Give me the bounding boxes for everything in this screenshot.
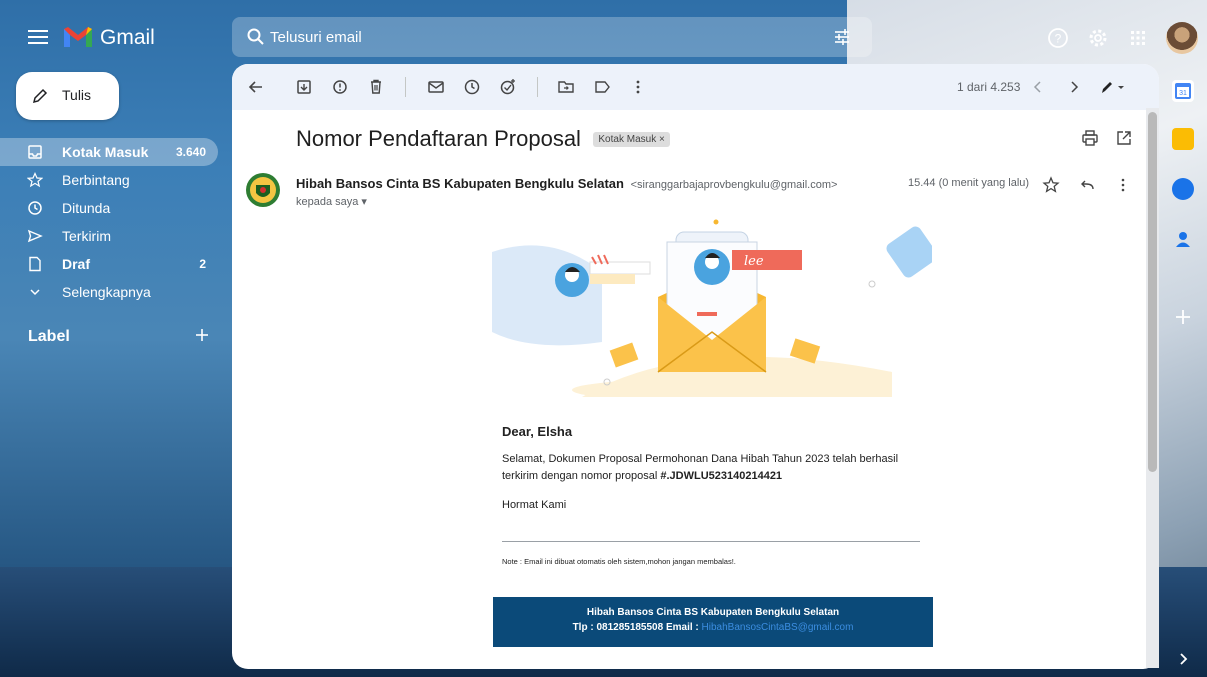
gmail-logo-icon[interactable] <box>62 25 94 49</box>
compose-label: Tulis <box>62 87 92 103</box>
input-tools-icon[interactable] <box>1098 77 1128 97</box>
svg-text:31: 31 <box>1179 90 1187 97</box>
sidebar-item-starred[interactable]: Berbintang <box>0 166 218 194</box>
svg-text:?: ? <box>1055 32 1062 46</box>
draft-icon <box>29 256 41 272</box>
sender-logo-icon <box>244 171 282 209</box>
mark-unread-icon[interactable] <box>426 77 446 97</box>
recipient-dropdown[interactable]: kepada saya ▾ <box>296 195 367 208</box>
more-vert-icon[interactable] <box>1114 176 1132 194</box>
send-icon <box>27 229 43 243</box>
label-icon[interactable] <box>592 77 612 97</box>
star-icon[interactable] <box>1042 176 1060 194</box>
sender-info: Hibah Bansos Cinta BS Kabupaten Bengkulu… <box>296 176 837 191</box>
email-illustration: lee <box>492 219 932 397</box>
search-bar[interactable] <box>232 17 872 57</box>
email-divider <box>502 541 920 542</box>
get-addons-icon[interactable] <box>1172 306 1194 328</box>
message-subject: Nomor Pendaftaran Proposal <box>296 126 581 151</box>
scrollbar-thumb[interactable] <box>1148 112 1157 472</box>
more-vert-icon[interactable] <box>628 77 648 97</box>
archive-icon[interactable] <box>294 77 314 97</box>
sidebar-item-label: Terkirim <box>62 228 111 244</box>
search-icon[interactable] <box>246 27 266 47</box>
sidebar-item-more[interactable]: Selengkapnya <box>0 278 218 306</box>
tasks-icon[interactable] <box>1172 178 1194 200</box>
apps-grid-icon[interactable] <box>1126 26 1150 50</box>
sidebar-item-label: Ditunda <box>62 200 111 216</box>
settings-gear-icon[interactable] <box>1086 26 1110 50</box>
email-greeting: Dear, Elsha <box>502 424 573 439</box>
delete-icon[interactable] <box>366 77 386 97</box>
sidebar-item-label: Berbintang <box>62 172 130 188</box>
calendar-icon[interactable]: 31 <box>1172 80 1194 102</box>
add-label-icon[interactable] <box>194 327 210 343</box>
chevron-down-icon <box>30 289 40 296</box>
main-menu-icon[interactable] <box>26 26 50 50</box>
reply-icon[interactable] <box>1078 176 1096 194</box>
help-icon[interactable]: ? <box>1046 26 1070 50</box>
open-new-window-icon[interactable] <box>1114 128 1134 148</box>
email-paragraph: Selamat, Dokumen Proposal Permohonan Dan… <box>502 451 932 485</box>
footer-email-link[interactable]: HibahBansosCintaBS@gmail.com <box>702 622 854 633</box>
footer-contact: Tlp : 081285185508 Email : HibahBansosCi… <box>493 622 933 633</box>
keep-icon[interactable] <box>1172 128 1194 150</box>
email-closing: Hormat Kami <box>502 499 567 511</box>
email-content: Dear, Elsha Selamat, Dokumen Proposal Pe… <box>502 424 932 566</box>
chevron-left-icon[interactable] <box>1028 77 1048 97</box>
message-panel: 1 dari 4.253 Nomor Pendaftaran Proposal … <box>232 64 1159 669</box>
back-arrow-icon[interactable] <box>246 77 266 97</box>
svg-text:lee: lee <box>744 254 764 269</box>
message-toolbar: 1 dari 4.253 <box>232 64 1159 110</box>
search-input[interactable] <box>270 17 830 57</box>
sender-name: Hibah Bansos Cinta BS Kabupaten Bengkulu… <box>296 176 624 191</box>
compose-button[interactable]: Tulis <box>16 72 119 120</box>
email-footer: Hibah Bansos Cinta BS Kabupaten Bengkulu… <box>493 597 933 647</box>
star-icon <box>27 172 43 188</box>
footer-phone: Tlp : 081285185508 Email : <box>572 622 702 633</box>
drafts-count: 2 <box>199 257 206 271</box>
inbox-count: 3.640 <box>175 145 206 159</box>
toolbar-divider <box>405 77 406 97</box>
sidebar-item-inbox[interactable]: Kotak Masuk 3.640 <box>0 138 218 166</box>
sender-email: <siranggarbajaprovbengkulu@gmail.com> <box>630 179 838 191</box>
sidebar-item-label: Draf <box>62 256 91 272</box>
inbox-icon <box>28 145 42 159</box>
clock-icon <box>28 201 42 215</box>
sidebar-nav: Kotak Masuk 3.640 Berbintang Ditunda Ter… <box>0 138 218 306</box>
snooze-clock-icon[interactable] <box>462 77 482 97</box>
inbox-label-chip[interactable]: Kotak Masuk × <box>593 131 670 147</box>
chevron-right-icon[interactable] <box>1064 77 1084 97</box>
sidebar-item-label: Kotak Masuk <box>62 144 149 160</box>
sidebar-item-drafts[interactable]: Draf 2 <box>0 250 218 278</box>
sidebar-item-sent[interactable]: Terkirim <box>0 222 218 250</box>
app-title: Gmail <box>100 26 155 49</box>
message-timestamp: 15.44 (0 menit yang lalu) <box>908 177 1030 189</box>
proposal-number: #.JDWLU523140214421 <box>660 470 783 482</box>
footer-org-name: Hibah Bansos Cinta BS Kabupaten Bengkulu… <box>586 607 840 618</box>
contacts-icon[interactable] <box>1172 228 1194 250</box>
move-to-icon[interactable] <box>556 77 576 97</box>
account-avatar[interactable] <box>1166 22 1198 54</box>
pagination-text: 1 dari 4.253 <box>957 80 1021 94</box>
sidebar-item-snoozed[interactable]: Ditunda <box>0 194 218 222</box>
subject-row: Nomor Pendaftaran Proposal Kotak Masuk × <box>296 126 670 152</box>
message-scrollbar[interactable] <box>1146 108 1159 668</box>
toolbar-divider <box>537 77 538 97</box>
add-to-tasks-icon[interactable] <box>498 77 518 97</box>
pencil-icon <box>32 88 48 104</box>
labels-heading: Label <box>28 328 70 345</box>
report-spam-icon[interactable] <box>330 77 350 97</box>
email-note: Note : Email ini dibuat otomatis oleh si… <box>502 557 736 566</box>
print-icon[interactable] <box>1080 128 1100 148</box>
search-options-icon[interactable] <box>832 27 852 47</box>
show-side-panel-icon[interactable] <box>1172 648 1194 670</box>
sidebar-item-label: Selengkapnya <box>62 284 151 300</box>
